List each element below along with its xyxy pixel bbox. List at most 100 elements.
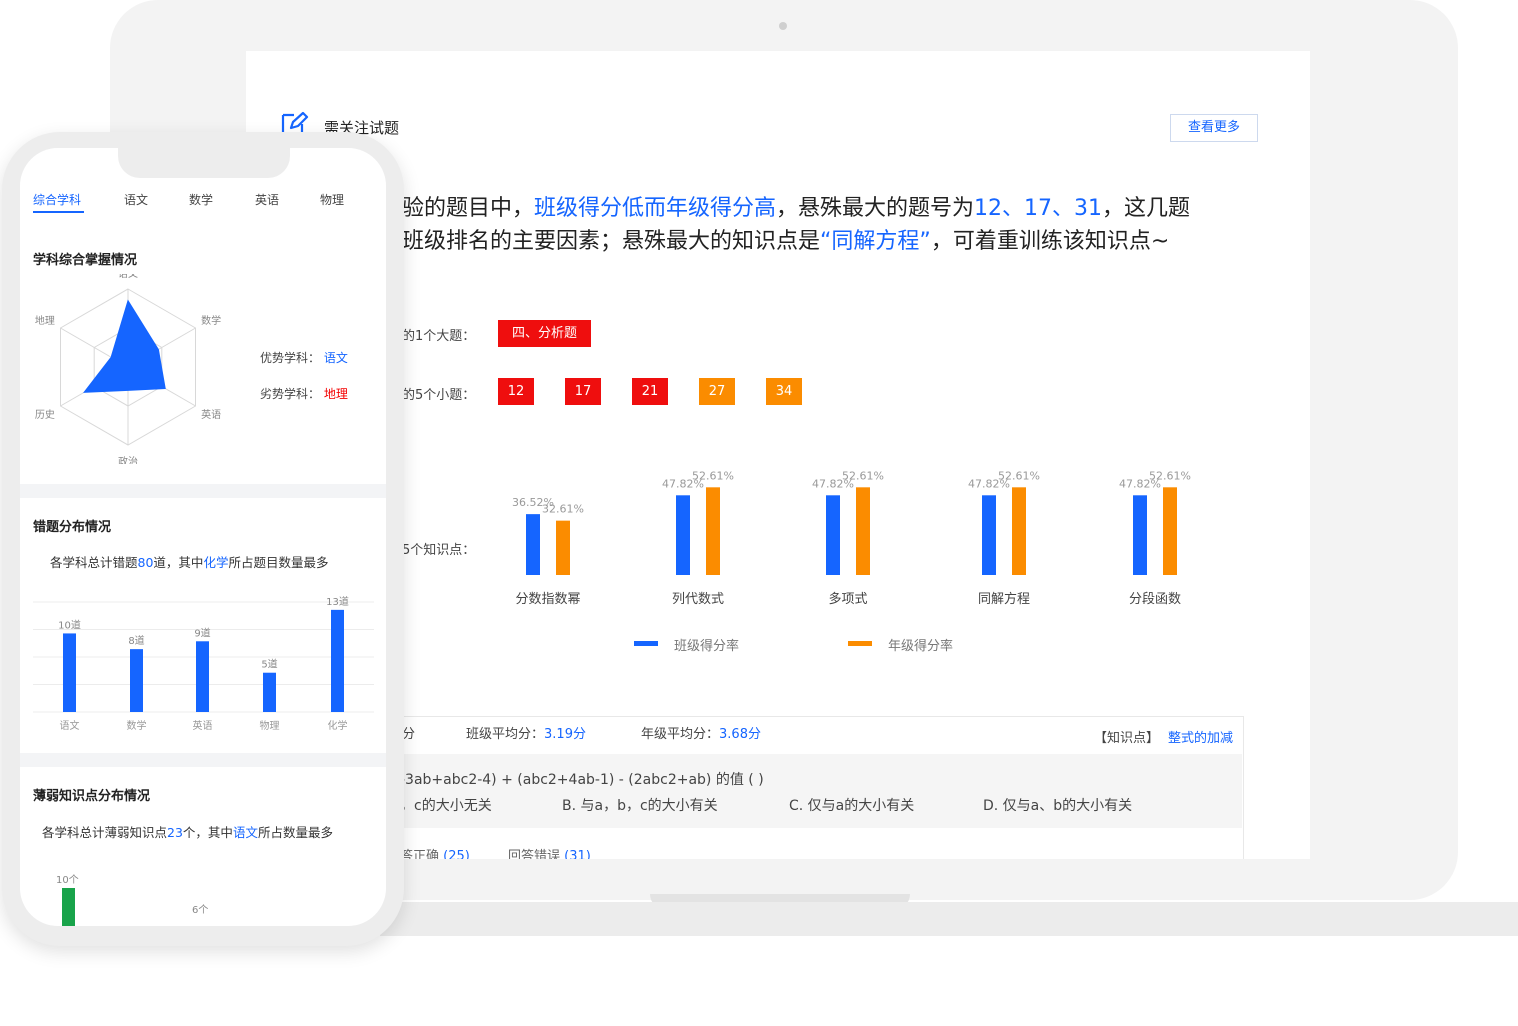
tab-english[interactable]: 英语 <box>255 191 279 208</box>
tab-math[interactable]: 数学 <box>189 191 213 208</box>
answer-wrong: 回答错误 (31) <box>508 845 591 859</box>
mastery-radar-chart: 语文数学英语政治 历史 地理 <box>35 274 221 464</box>
active-tab-indicator <box>33 211 84 213</box>
knowledge-link[interactable]: 整式的加减 <box>1168 727 1233 746</box>
question-body <box>366 754 1242 828</box>
weak-subject: 劣势学科： 地理 <box>260 385 348 402</box>
answer-correct: 答正确 (25) <box>400 845 470 859</box>
kp-bar-class <box>1133 495 1147 575</box>
option-d[interactable]: D. 仅与a、b的大小有关 <box>983 795 1132 815</box>
wrong-total: 80 <box>137 555 154 570</box>
class-average-value: 3.19分 <box>544 727 586 742</box>
radar-axis-label: 政治 <box>118 455 138 464</box>
strong-subject-value: 语文 <box>323 351 348 365</box>
laptop-camera <box>779 22 787 30</box>
kp-bar-value-label: 52.61% <box>692 469 734 482</box>
option-a[interactable]: ，c的大小无关 <box>400 795 492 815</box>
kp-bar-grade <box>556 520 570 575</box>
wrong-desc-text: 所占题目数量最多 <box>228 555 329 570</box>
wrong-bar-value-label: 13道 <box>326 595 349 608</box>
tab-comprehensive[interactable]: 综合学科 <box>33 191 81 208</box>
weak-bar-label: 10个 <box>56 875 79 886</box>
kp-bar-grade <box>856 487 870 575</box>
big-question-badge[interactable]: 四、分析题 <box>498 320 591 347</box>
kp-bar-class <box>676 495 690 575</box>
insight-line-2: 班级排名的主要因素；悬殊最大的知识点是“同解方程”，可着重训练该知识点~ <box>402 225 1169 258</box>
question-stem: -3ab+abc2-4) + (abc2+4ab-1) - (2abc2+ab)… <box>400 772 764 788</box>
wrong-bar <box>63 633 76 712</box>
wrong-title: 错题分布情况 <box>33 520 112 535</box>
wrong-bar-category-label: 化学 <box>328 719 348 732</box>
wrong-bar-value-label: 9道 <box>194 626 210 639</box>
weak-total: 23 <box>167 825 183 840</box>
weak-subject-value: 地理 <box>323 387 348 401</box>
tab-chinese[interactable]: 语文 <box>124 191 148 208</box>
weak-desc-text: 个，其中 <box>182 825 233 840</box>
insight-line-1: 验的题目中，班级得分低而年级得分高，悬殊最大的题号为12、17、31，这几题 <box>402 192 1190 225</box>
wrong-bar <box>130 649 143 712</box>
wrong-bar-value-label: 5道 <box>261 658 277 671</box>
wrong-bar-category-label: 语文 <box>60 719 80 732</box>
mastery-card: 学科综合掌握情况 语文 数学 英语 政治 历史 地理 优势学科： 语文 劣势学科： 地理 <box>20 232 386 484</box>
wrong-description: 各学科总计错题80道，其中化学所占题目数量最多 <box>50 552 328 571</box>
wrong-top-subject: 化学 <box>203 555 229 570</box>
laptop-base <box>380 902 1518 936</box>
class-average: 班级平均分：3.19分 <box>466 723 586 742</box>
small-question-badge[interactable]: 17 <box>565 378 601 405</box>
small-question-badge[interactable]: 21 <box>632 378 668 405</box>
wrong-desc-text: 道，其中 <box>153 555 204 570</box>
kp-category-label: 列代数式 <box>672 592 724 607</box>
answer-wrong-label: 回答错误 <box>508 849 561 859</box>
grade-average-value: 3.68分 <box>719 727 761 742</box>
wrong-bar <box>263 672 276 712</box>
phone-screen: 综合学科 语文 数学 英语 物理 学科综合掌握情况 语文 数学 英语 政治 历史 地理 优… <box>20 148 386 926</box>
wrong-bar-value-label: 8道 <box>128 634 144 647</box>
knowledge-point-chart: 36.52%32.61%分数指数幂47.82%52.61%列代数式47.82%5… <box>512 469 1191 607</box>
small-question-badge[interactable]: 12 <box>498 378 534 405</box>
weak-title: 薄弱知识点分布情况 <box>33 789 151 804</box>
weak-bar-label: 6个 <box>192 905 209 916</box>
wrong-bar <box>331 609 344 712</box>
weak-bar <box>62 888 75 926</box>
radar-axis-label: 语文 <box>118 274 138 280</box>
big-question-label: 的1个大题： <box>402 329 476 344</box>
wrong-bar-chart: 10道语文 8道数学 9道英语 5道物理 13道化学 <box>33 595 374 732</box>
kp-bar-grade <box>1163 487 1177 575</box>
tab-physics[interactable]: 物理 <box>320 191 344 208</box>
phone-notch <box>118 148 290 178</box>
weak-top-subject: 语文 <box>232 825 258 840</box>
grade-average: 年级平均分：3.68分 <box>641 723 761 742</box>
class-average-label: 班级平均分： <box>466 727 545 742</box>
strong-subject-label: 优势学科： <box>260 351 321 365</box>
weak-desc-text: 各学科总计薄弱知识点 <box>42 825 168 840</box>
kp-category-label: 分数指数幂 <box>515 592 580 607</box>
option-c[interactable]: C. 仅与a的大小有关 <box>789 795 914 815</box>
laptop-screen: 需关注试题 查看更多 验的题目中，班级得分低而年级得分高，悬殊最大的题号为12、… <box>246 51 1310 859</box>
kp-bar-value-label: 52.61% <box>998 469 1040 482</box>
option-b[interactable]: B. 与a，b，c的大小有关 <box>562 795 718 815</box>
legend-swatch-grade <box>848 641 872 646</box>
small-question-badge[interactable]: 27 <box>699 378 735 405</box>
mastery-title: 学科综合掌握情况 <box>33 253 138 268</box>
weak-desc-text: 所占数量最多 <box>257 825 333 840</box>
insight-text: ，悬殊最大的题号为 <box>776 196 975 221</box>
kp-bar-class <box>526 514 540 575</box>
legend-swatch-class <box>634 641 658 646</box>
wrong-bar-category-label: 数学 <box>127 719 147 732</box>
view-more-button[interactable]: 查看更多 <box>1170 114 1258 142</box>
wrong-bar-value-label: 10道 <box>58 618 81 631</box>
legend-label-grade: 年级得分率 <box>888 639 954 654</box>
radar-axis-label: 地理 <box>35 314 55 327</box>
insight-question-numbers: 12、17、31 <box>974 196 1103 221</box>
weak-subject-label: 劣势学科： <box>260 387 321 401</box>
small-question-badge[interactable]: 34 <box>766 378 802 405</box>
insight-highlight: 班级得分低而年级得分高 <box>534 196 777 221</box>
insight-text: 班级排名的主要因素；悬殊最大的知识点是 <box>402 229 821 254</box>
kp-bar-grade <box>706 487 720 575</box>
radar-axis-label: 英语 <box>201 408 221 421</box>
knowledge-point-label: 5个知识点： <box>402 543 476 558</box>
kp-category-label: 分段函数 <box>1129 592 1181 607</box>
kp-category-label: 同解方程 <box>978 591 1030 607</box>
wrong-distribution-card: 错题分布情况 各学科总计错题80道，其中化学所占题目数量最多 10道语文 8道数学… <box>20 498 386 753</box>
insight-knowledge-point: “同解方程” <box>820 229 931 254</box>
